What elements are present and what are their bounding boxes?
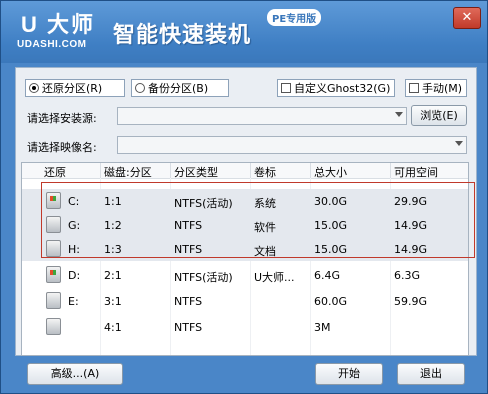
windows-disk-icon bbox=[46, 266, 61, 283]
row-free: 6.3G bbox=[394, 269, 421, 282]
close-button[interactable]: ✕ bbox=[453, 7, 481, 29]
start-button[interactable]: 开始 bbox=[315, 363, 383, 385]
col-volume-label: 卷标 bbox=[254, 166, 276, 179]
close-icon: ✕ bbox=[461, 10, 473, 25]
restore-radio[interactable]: 还原分区(R) bbox=[25, 79, 125, 97]
chevron-down-icon bbox=[455, 141, 463, 146]
table-header: 还原 磁盘:分区 分区类型 卷标 总大小 可用空间 bbox=[22, 163, 468, 179]
source-label: 请选择安装源: bbox=[27, 112, 97, 125]
browse-button[interactable]: 浏览(E) bbox=[411, 105, 467, 126]
col-partition-type: 分区类型 bbox=[174, 166, 218, 179]
backup-radio-label: 备份分区(B) bbox=[148, 82, 209, 95]
source-select[interactable] bbox=[117, 107, 407, 125]
row-total: 60.0G bbox=[314, 295, 348, 308]
col-disk-partition: 磁盘:分区 bbox=[104, 166, 152, 179]
manual-checkbox[interactable]: 手动(M) bbox=[405, 79, 467, 97]
row-type: NTFS bbox=[174, 321, 203, 334]
row-type: NTFS bbox=[174, 295, 203, 308]
custom-ghost-label: 自定义Ghost32(G) bbox=[294, 82, 391, 95]
col-free-space: 可用空间 bbox=[394, 166, 438, 179]
custom-ghost-check-indicator bbox=[281, 83, 291, 93]
custom-ghost-checkbox[interactable]: 自定义Ghost32(G) bbox=[277, 79, 395, 97]
row-drive: D: bbox=[68, 269, 81, 282]
chevron-down-icon bbox=[395, 112, 403, 117]
installer-window: U 大师 UDASHI.COM 智能快速装机 PE专用版 ✕ 还原分区(R) 备… bbox=[0, 0, 488, 394]
exit-button[interactable]: 退出 bbox=[397, 363, 465, 385]
row-total: 6.4G bbox=[314, 269, 341, 282]
backup-radio[interactable]: 备份分区(B) bbox=[131, 79, 229, 97]
row-drive: E: bbox=[68, 295, 79, 308]
table-row[interactable]: 4:1 NTFS 3M bbox=[22, 315, 468, 339]
pe-badge: PE专用版 bbox=[267, 9, 322, 26]
logo-mark: U 大师 bbox=[21, 12, 96, 37]
advanced-button[interactable]: 高级...(A) bbox=[27, 363, 123, 385]
manual-check-indicator bbox=[409, 83, 419, 93]
logo-url: UDASHI.COM bbox=[17, 39, 87, 50]
table-row[interactable]: E: 3:1 NTFS 60.0G 59.9G bbox=[22, 289, 468, 313]
row-free: 59.9G bbox=[394, 295, 428, 308]
restore-radio-label: 还原分区(R) bbox=[42, 82, 103, 95]
row-part: 3:1 bbox=[104, 295, 122, 308]
row-total: 3M bbox=[314, 321, 331, 334]
col-restore: 还原 bbox=[44, 166, 66, 179]
row-part: 2:1 bbox=[104, 269, 122, 282]
disk-icon bbox=[46, 292, 61, 309]
row-label: U大师... bbox=[254, 271, 295, 284]
image-select[interactable] bbox=[117, 136, 467, 154]
selection-highlight-box bbox=[41, 182, 475, 258]
row-type: NTFS(活动) bbox=[174, 271, 233, 284]
restore-radio-indicator bbox=[29, 83, 39, 93]
title-bar: U 大师 UDASHI.COM 智能快速装机 PE专用版 ✕ bbox=[1, 1, 487, 63]
manual-label: 手动(M) bbox=[422, 82, 463, 95]
disk-icon bbox=[46, 318, 61, 335]
row-part: 4:1 bbox=[104, 321, 122, 334]
backup-radio-indicator bbox=[135, 83, 145, 93]
table-row[interactable]: D: 2:1 NTFS(活动) U大师... 6.4G 6.3G bbox=[22, 263, 468, 287]
app-title: 智能快速装机 bbox=[113, 23, 252, 48]
image-label: 请选择映像名: bbox=[27, 141, 97, 154]
col-total-size: 总大小 bbox=[314, 166, 347, 179]
